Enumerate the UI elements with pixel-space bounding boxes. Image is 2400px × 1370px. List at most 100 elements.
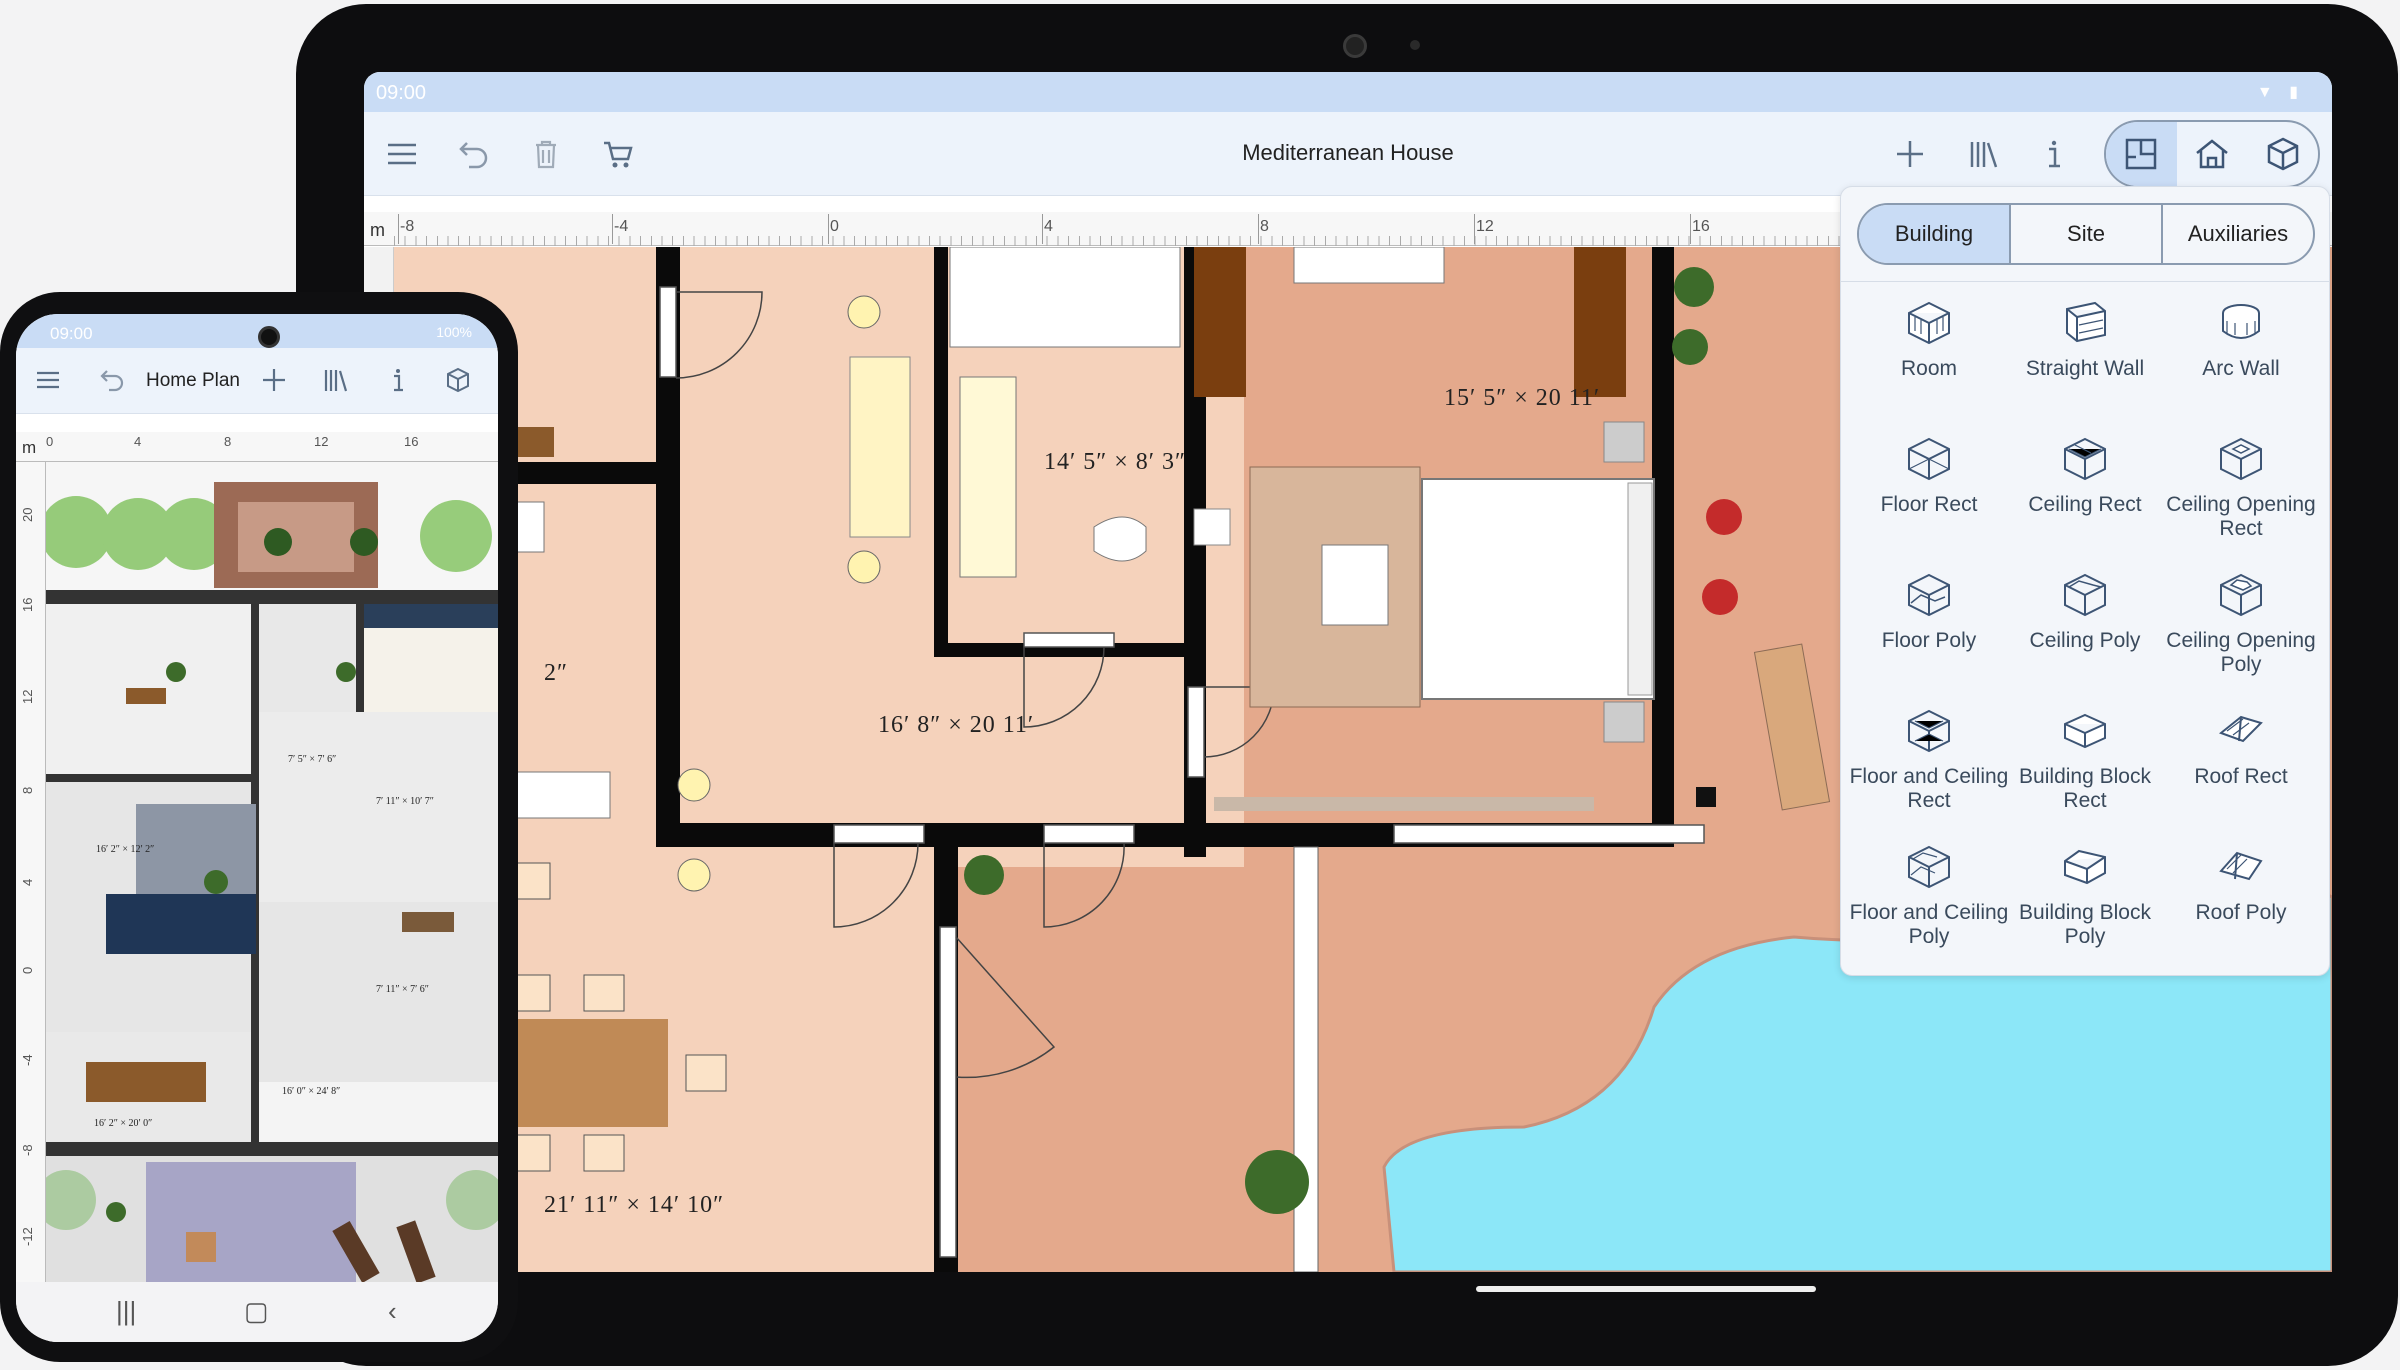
ruler-unit: m [370, 220, 385, 240]
info-icon[interactable] [2030, 130, 2078, 178]
ruler-tick: -8 [20, 1144, 35, 1156]
vertical-ruler: 20 16 12 8 4 0 -4 -8 -12 [16, 462, 46, 1282]
tool-label: Ceiling Poly [2029, 629, 2141, 652]
tab-building[interactable]: Building [1859, 205, 2011, 263]
room-dimension: 16′ 2″ × 12′ 2″ [96, 844, 155, 855]
3d-box-icon[interactable] [440, 362, 476, 398]
tool-building-block-poly[interactable]: Building Block Poly [2005, 839, 2165, 969]
building-block-rect-icon [2064, 713, 2106, 749]
ceiling-poly-icon [2064, 573, 2106, 617]
status-bar: 09:00 ▼ ▮ [364, 72, 2332, 112]
toolbar: Mediterranean House [364, 112, 2332, 196]
tool-ceiling-opening-poly[interactable]: Ceiling Opening Poly [2161, 567, 2321, 697]
ruler-tick: -4 [20, 1054, 35, 1066]
tool-straight-wall[interactable]: Straight Wall [2005, 295, 2165, 425]
tool-roof-rect[interactable]: Roof Rect [2161, 703, 2321, 833]
roof-rect-icon [2218, 715, 2263, 743]
tool-room[interactable]: Room [1849, 295, 2009, 425]
camera-icon [1343, 34, 1367, 58]
tool-ceiling-opening-rect[interactable]: Ceiling Opening Rect [2161, 431, 2321, 561]
system-nav-bar: ||| ▢ ‹ [16, 1282, 498, 1342]
plus-icon[interactable] [1886, 130, 1934, 178]
room-icon [1908, 301, 1950, 345]
ceiling-opening-rect-icon [2220, 437, 2262, 481]
tool-arc-wall[interactable]: Arc Wall [2161, 295, 2321, 425]
ruler-tick: 0 [828, 214, 839, 244]
recent-apps-icon[interactable]: ||| [116, 1296, 136, 1327]
tab-site[interactable]: Site [2011, 205, 2163, 263]
3d-house-icon[interactable] [2177, 122, 2248, 186]
tab-auxiliaries[interactable]: Auxiliaries [2163, 205, 2313, 263]
horizontal-ruler: m 0 4 8 12 16 [16, 432, 498, 462]
arc-wall-icon [2222, 304, 2260, 339]
phone-device: 09:00 100% Home Plan m 0 4 8 12 16 20 16… [0, 292, 518, 1362]
phone-screen: 09:00 100% Home Plan m 0 4 8 12 16 20 16… [16, 314, 498, 1342]
info-icon[interactable] [380, 362, 416, 398]
room-dimension: 15′ 5″ × 20 11′ [1444, 385, 1601, 411]
status-bar: 09:00 100% [16, 314, 498, 348]
tool-ceiling-poly[interactable]: Ceiling Poly [2005, 567, 2165, 697]
toolbar: Home Plan [16, 348, 498, 414]
menu-icon[interactable] [30, 362, 66, 398]
tool-label: Roof Poly [2195, 901, 2287, 924]
tool-label: Ceiling Opening Rect [2166, 493, 2316, 540]
ruler-tick: -12 [20, 1227, 35, 1246]
status-battery: 100% [436, 324, 472, 340]
tablet-screen: 09:00 ▼ ▮ Mediterranean House m -8 -4 0 … [364, 72, 2332, 1272]
ruler-tick: 0 [46, 434, 54, 449]
library-icon[interactable] [1960, 130, 2008, 178]
library-icon[interactable] [318, 362, 354, 398]
tool-label: Building Block Rect [2019, 765, 2151, 812]
ruler-tick: 4 [20, 878, 35, 886]
tool-ceiling-rect[interactable]: Ceiling Rect [2005, 431, 2165, 561]
home-indicator[interactable] [1476, 1286, 1816, 1292]
ruler-tick: 16 [404, 434, 419, 449]
ceiling-rect-icon [2064, 437, 2106, 481]
ruler-tick: 16 [1690, 214, 1710, 244]
tool-label: Arc Wall [2202, 357, 2280, 380]
tool-label: Room [1900, 357, 1958, 380]
tablet-device: 09:00 ▼ ▮ Mediterranean House m -8 -4 0 … [296, 4, 2398, 1366]
ruler-tick: 4 [134, 434, 142, 449]
room-dimension: 16′ 8″ × 20 11′ [878, 712, 1035, 738]
plan-view-icon[interactable] [2106, 122, 2177, 186]
tool-label: Floor Rect [1880, 493, 1978, 516]
floor-poly-icon [1908, 573, 1950, 617]
tool-floor-and-ceiling-rect[interactable]: Floor and Ceiling Rect [1849, 703, 2009, 833]
camera-icon [258, 326, 280, 348]
floor-and-ceiling-poly-icon [1908, 845, 1950, 889]
room-dimension: 21′ 11″ × 14′ 10″ [544, 1192, 725, 1218]
back-icon[interactable]: ‹ [388, 1296, 397, 1327]
tool-label: Floor and Ceiling Rect [1849, 765, 2009, 812]
tool-label: Ceiling Rect [2028, 493, 2142, 516]
view-switcher [2104, 120, 2320, 188]
floor-plan-drawing [46, 462, 498, 1282]
ruler-tick: 12 [20, 689, 35, 704]
tool-building-block-rect[interactable]: Building Block Rect [2005, 703, 2165, 833]
tool-floor-rect[interactable]: Floor Rect [1849, 431, 2009, 561]
plus-icon[interactable] [256, 362, 292, 398]
sensor-dot [1410, 40, 1420, 50]
room-dimension: 7′ 5″ × 7′ 6″ [288, 754, 337, 765]
document-title: Home Plan [146, 370, 240, 391]
tool-roof-poly[interactable]: Roof Poly [2161, 839, 2321, 969]
home-icon[interactable]: ▢ [244, 1296, 269, 1327]
ruler-tick: -4 [611, 214, 629, 244]
3d-box-icon[interactable] [2247, 122, 2318, 186]
ruler-tick: 8 [1258, 214, 1269, 244]
ceiling-opening-poly-icon [2220, 573, 2262, 617]
tool-floor-poly[interactable]: Floor Poly [1849, 567, 2009, 697]
room-dimension: 16′ 2″ × 20′ 0″ [94, 1118, 153, 1129]
tool-label: Straight Wall [2025, 357, 2145, 380]
floor-and-ceiling-rect-icon [1908, 709, 1950, 753]
straight-wall-icon [2066, 301, 2106, 343]
ruler-tick: 8 [224, 434, 232, 449]
ruler-tick: -8 [397, 214, 415, 244]
floor-plan-canvas[interactable]: 7′ 5″ × 7′ 6″ 16′ 2″ × 12′ 2″ 7′ 11″ × 1… [46, 462, 498, 1282]
undo-icon[interactable] [94, 362, 130, 398]
ruler-tick: 0 [20, 966, 35, 974]
status-time: 09:00 [376, 82, 427, 104]
floor-rect-icon [1908, 437, 1950, 481]
tool-label: Ceiling Opening Poly [2166, 629, 2316, 676]
tool-floor-and-ceiling-poly[interactable]: Floor and Ceiling Poly [1849, 839, 2009, 969]
